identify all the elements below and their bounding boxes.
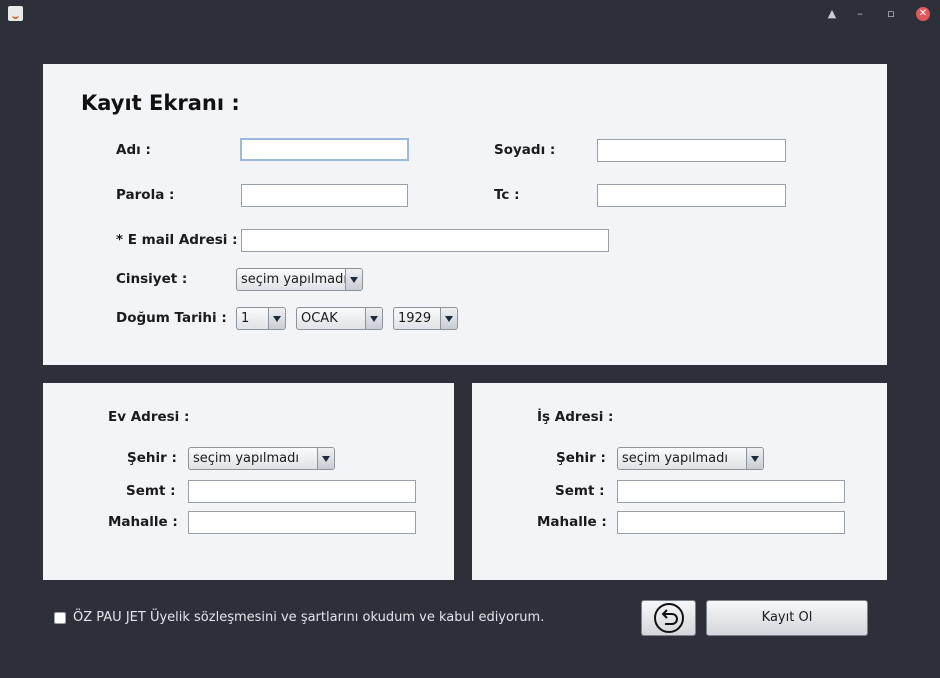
ev-semt-label: Semt : [126, 483, 176, 499]
email-label: * E mail Adresi : [116, 232, 238, 248]
chevron-down-icon [440, 308, 457, 329]
register-button[interactable]: Kayıt Ol [706, 600, 868, 636]
ad-input[interactable] [240, 138, 409, 161]
ad-label: Adı : [116, 142, 151, 158]
dogum-label: Doğum Tarihi : [116, 310, 227, 326]
ev-sehir-select[interactable]: seçim yapılmadı [188, 447, 335, 470]
soyad-input[interactable] [597, 139, 786, 162]
dogum-month-select[interactable]: OCAK [296, 307, 383, 330]
is-semt-input[interactable] [617, 480, 845, 503]
is-mahalle-input[interactable] [617, 511, 845, 534]
minimize-icon[interactable]: – [853, 7, 867, 21]
ev-mahalle-input[interactable] [188, 511, 416, 534]
is-sehir-label: Şehir : [556, 450, 606, 466]
is-semt-label: Semt : [555, 483, 605, 499]
java-app-icon [8, 6, 23, 21]
back-button[interactable] [641, 600, 696, 636]
is-mahalle-label: Mahalle : [537, 514, 607, 530]
chevron-down-icon [746, 448, 763, 469]
cinsiyet-selected-value: seçim yapılmadı [241, 272, 347, 287]
is-sehir-select[interactable]: seçim yapılmadı [617, 447, 764, 470]
dogum-day-value: 1 [241, 311, 250, 326]
dogum-year-select[interactable]: 1929 [393, 307, 458, 330]
cinsiyet-label: Cinsiyet : [116, 271, 188, 287]
agreement-checkbox[interactable] [54, 612, 66, 624]
ev-adresi-title: Ev Adresi : [108, 409, 190, 425]
close-icon[interactable]: ✕ [916, 7, 930, 21]
chevron-down-icon [345, 269, 362, 290]
title-bar: ▲ – ▫ ✕ [0, 0, 940, 28]
dogum-month-value: OCAK [301, 311, 338, 326]
page-title: Kayıt Ekranı : [81, 91, 240, 115]
dogum-year-value: 1929 [398, 311, 432, 326]
chevron-down-icon [365, 308, 382, 329]
ev-sehir-selected-value: seçim yapılmadı [193, 451, 299, 466]
ev-mahalle-label: Mahalle : [108, 514, 178, 530]
maximize-icon[interactable]: ▫ [884, 7, 898, 21]
is-adresi-panel: İş Adresi : Şehir : seçim yapılmadı Semt… [472, 383, 887, 580]
cinsiyet-select[interactable]: seçim yapılmadı [236, 268, 363, 291]
parola-input[interactable] [241, 184, 408, 207]
tc-label: Tc : [494, 187, 520, 203]
chevron-down-icon [268, 308, 285, 329]
ev-adresi-panel: Ev Adresi : Şehir : seçim yapılmadı Semt… [43, 383, 454, 580]
tc-input[interactable] [597, 184, 786, 207]
shade-window-icon[interactable]: ▲ [825, 7, 839, 21]
agreement-label: ÖZ PAU JET Üyelik sözleşmesini ve şartla… [73, 610, 545, 625]
ev-semt-input[interactable] [188, 480, 416, 503]
is-sehir-selected-value: seçim yapılmadı [622, 451, 728, 466]
parola-label: Parola : [116, 187, 175, 203]
email-input[interactable] [241, 229, 609, 252]
registration-panel: Kayıt Ekranı : Adı : Soyadı : Parola : T… [43, 64, 887, 365]
undo-arrow-icon [654, 603, 684, 633]
ev-sehir-label: Şehir : [127, 450, 177, 466]
dogum-day-select[interactable]: 1 [236, 307, 286, 330]
chevron-down-icon [317, 448, 334, 469]
is-adresi-title: İş Adresi : [537, 409, 614, 425]
soyad-label: Soyadı : [494, 142, 556, 158]
